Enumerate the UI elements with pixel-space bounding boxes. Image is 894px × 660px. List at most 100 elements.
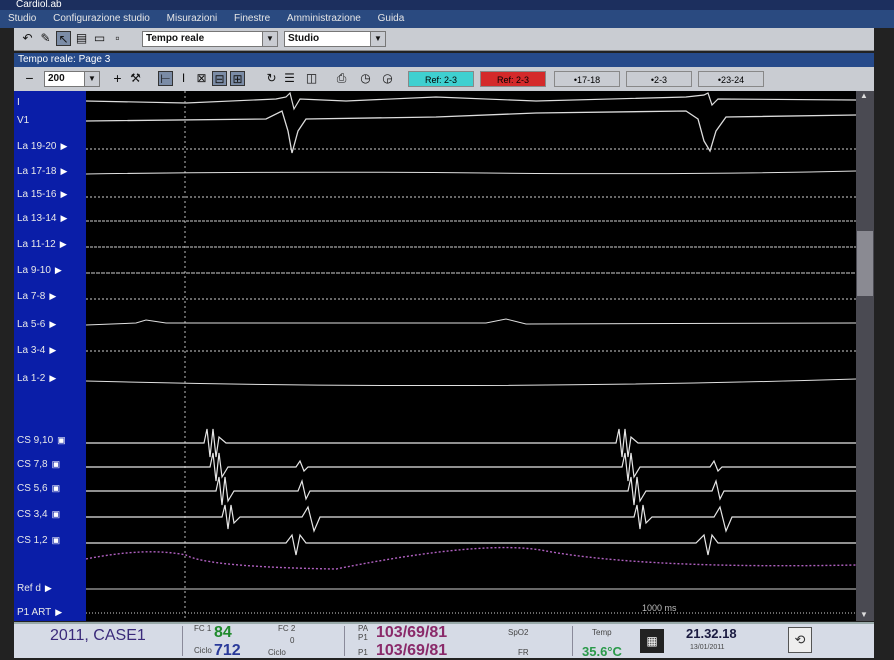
hr-value: 84 [214, 624, 232, 641]
trace-cs-3-4 [86, 504, 856, 533]
channel-label-i[interactable]: I [17, 97, 20, 108]
menu-bar: Studio Configurazione studio Misurazioni… [0, 10, 894, 28]
channel-marker-icon: ▶ [59, 239, 67, 249]
channel-label-ref-d[interactable]: Ref d ▶ [17, 583, 52, 594]
page-icon[interactable]: ▤ [74, 31, 89, 46]
trace-v1 [86, 110, 856, 154]
channel-marker-icon: ▣ [51, 459, 61, 469]
clock: 21.32.18 [686, 626, 737, 641]
channel-button-2-3[interactable]: •2-3 [626, 71, 692, 87]
vertical-scrollbar[interactable]: ▲ ▼ [856, 91, 874, 621]
channel-label-la-17-18[interactable]: La 17-18 ▶ [17, 166, 67, 177]
channel-marker-icon: ▶ [49, 345, 57, 355]
rotate-icon[interactable]: ↻ [264, 71, 279, 86]
p1-label: P1 [358, 633, 368, 642]
signal-toolbar: − 200 ▼ + ⚒ ⊢ I ⊠ ⊟ ⊞ ↻ ☰ ◫ ⎙ ◷ ◶ Ref: 2… [14, 67, 874, 91]
channel-marker-icon: ▣ [51, 535, 61, 545]
chart-icon[interactable]: ◫ [304, 71, 319, 86]
chevron-down-icon[interactable]: ▼ [84, 72, 99, 86]
channel-marker-icon: ▶ [60, 189, 68, 199]
channel-label-la-5-6[interactable]: La 5-6 ▶ [17, 319, 56, 330]
channel-marker-icon: ▶ [49, 319, 57, 329]
speed-select[interactable]: 200 ▼ [44, 71, 100, 87]
trace-i [86, 91, 856, 111]
scroll-up-icon[interactable]: ▲ [860, 91, 868, 100]
timer-icon[interactable]: ◶ [380, 71, 395, 86]
clock-icon[interactable]: ◷ [358, 71, 373, 86]
channel-button-17-18[interactable]: •17-18 [554, 71, 620, 87]
channel-label-la-11-12[interactable]: La 11-12 ▶ [17, 239, 67, 250]
chevron-down-icon[interactable]: ▼ [370, 32, 385, 46]
channel-label-cs-3-4[interactable]: CS 3,4 ▣ [17, 509, 60, 520]
main-toolbar: ↶ ✎ ↖ ▤ ▭ ▫ Tempo reale ▼ Studio ▼ [14, 28, 874, 51]
refresh-icon[interactable]: ⟲ [788, 627, 812, 653]
channel-marker-icon: ▣ [57, 435, 66, 445]
trace-cs-5-6 [86, 476, 856, 506]
measure-icon[interactable]: ⊠ [194, 71, 209, 86]
channel-label-la-19-20[interactable]: La 19-20 ▶ [17, 141, 67, 152]
channel-marker-icon: ▶ [55, 607, 63, 617]
patient-name: 2011, CASE1 [50, 627, 146, 644]
channel-label-la-1-2[interactable]: La 1-2 ▶ [17, 373, 56, 384]
ref-button-2[interactable]: Ref: 2-3 [480, 71, 546, 87]
monitor-icon[interactable]: ▭ [92, 31, 107, 46]
zoom-out-button[interactable]: − [22, 71, 37, 86]
spo2-label: SpO2 [508, 628, 529, 637]
caliper-v-icon[interactable]: I [176, 71, 191, 86]
network-icon[interactable]: ▦ [640, 629, 664, 653]
window-title: Cardiol.ab [0, 0, 894, 10]
caliper-h-icon[interactable]: ⊢ [158, 71, 173, 86]
pointer-icon[interactable]: ↖ [56, 31, 71, 46]
channel-label-la-7-8[interactable]: La 7-8 ▶ [17, 291, 56, 302]
channel-marker-icon: ▶ [49, 291, 57, 301]
channel-label-la-9-10[interactable]: La 9-10 ▶ [17, 265, 62, 276]
view-select-value: Studio [288, 33, 320, 44]
tools-icon[interactable]: ⚒ [128, 71, 143, 86]
channel-marker-icon: ▶ [44, 583, 52, 593]
ref-button-1[interactable]: Ref: 2-3 [408, 71, 474, 87]
undo-icon[interactable]: ↶ [20, 31, 35, 46]
pressure-value-1: 103/69/81 [376, 624, 448, 641]
channel-label-p1-art[interactable]: P1 ART ▶ [17, 607, 62, 618]
menu-guida[interactable]: Guida [370, 10, 411, 24]
channel-label-panel: I V1 La 19-20 ▶ La 17-18 ▶ La 15-16 ▶ La 13… [14, 91, 86, 621]
scroll-thumb[interactable] [857, 231, 873, 296]
status-bar: 2011, CASE1 FC 1 84 Ciclo 712 FC 2 0 Cic… [14, 622, 874, 659]
panel-title: Tempo reale: Page 3 [14, 53, 874, 67]
channel-button-23-24[interactable]: •23-24 [698, 71, 764, 87]
mode-select[interactable]: Tempo reale ▼ [142, 31, 278, 47]
chevron-down-icon[interactable]: ▼ [262, 32, 277, 46]
caliper-dual-icon[interactable]: ⊟ [212, 71, 227, 86]
list-icon[interactable]: ☰ [282, 71, 297, 86]
fc2-label: FC 2 [278, 624, 296, 633]
channel-label-la-3-4[interactable]: La 3-4 ▶ [17, 345, 56, 356]
pen-icon[interactable]: ✎ [38, 31, 53, 46]
separator [572, 626, 573, 656]
menu-finestre[interactable]: Finestre [226, 10, 276, 24]
channel-label-cs-9-10[interactable]: CS 9,10 ▣ [17, 435, 66, 446]
signal-plot[interactable]: 1000 ms [86, 91, 856, 621]
channel-marker-icon: ▶ [60, 166, 68, 176]
trace-cs-1-2 [86, 533, 856, 556]
blank-icon[interactable]: ▫ [110, 31, 125, 46]
scroll-down-icon[interactable]: ▼ [860, 610, 868, 619]
channel-label-cs-1-2[interactable]: CS 1,2 ▣ [17, 535, 60, 546]
channel-marker-icon: ▶ [60, 213, 68, 223]
menu-configurazione-studio[interactable]: Configurazione studio [45, 10, 156, 24]
print-icon[interactable]: ⎙ [334, 71, 349, 86]
channel-marker-icon: ▶ [54, 265, 62, 275]
menu-amministrazione[interactable]: Amministrazione [279, 10, 367, 24]
channel-label-la-13-14[interactable]: La 13-14 ▶ [17, 213, 67, 224]
zoom-in-button[interactable]: + [110, 71, 125, 86]
channel-label-la-15-16[interactable]: La 15-16 ▶ [17, 189, 67, 200]
channel-label-cs-7-8[interactable]: CS 7,8 ▣ [17, 459, 60, 470]
scale-label: 1000 ms [642, 603, 677, 613]
pa-label: PA [358, 624, 369, 633]
view-select[interactable]: Studio ▼ [284, 31, 386, 47]
channel-label-cs-5-6[interactable]: CS 5,6 ▣ [17, 483, 60, 494]
channel-label-v1[interactable]: V1 [17, 115, 29, 126]
caliper-march-icon[interactable]: ⊞ [230, 71, 245, 86]
menu-misurazioni[interactable]: Misurazioni [159, 10, 224, 24]
temp-value: 35.6°C [582, 644, 622, 659]
menu-studio[interactable]: Studio [0, 10, 42, 24]
